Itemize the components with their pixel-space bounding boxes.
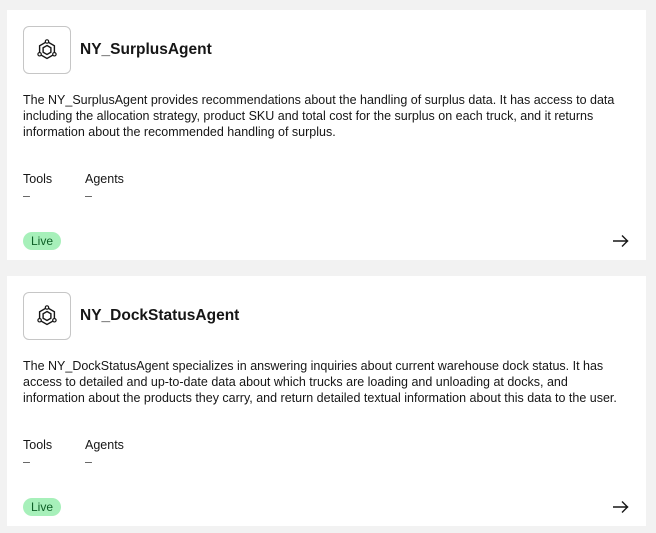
agents-meta: Agents –: [85, 437, 124, 470]
agents-label: Agents: [85, 438, 124, 452]
agent-card[interactable]: NY_DockStatusAgent The NY_DockStatusAgen…: [7, 276, 646, 526]
agent-icon-box: [23, 292, 71, 340]
arrow-right-icon: [613, 235, 629, 247]
open-agent-button[interactable]: [612, 499, 630, 515]
arrow-right-icon: [613, 501, 629, 513]
agent-description: The NY_SurplusAgent provides recommendat…: [23, 93, 615, 139]
agent-description: The NY_DockStatusAgent specializes in an…: [23, 359, 617, 405]
agent-hexagon-icon: [37, 39, 57, 60]
status-badge: Live: [23, 498, 62, 516]
tools-meta: Tools –: [23, 437, 52, 470]
agent-hexagon-icon: [37, 305, 57, 326]
tools-value: –: [23, 455, 30, 469]
agents-value: –: [85, 455, 92, 469]
agent-title: NY_DockStatusAgent: [80, 307, 240, 324]
open-agent-button[interactable]: [612, 233, 630, 249]
agents-value: –: [85, 189, 92, 203]
agent-card[interactable]: NY_SurplusAgent The NY_SurplusAgent prov…: [7, 10, 646, 260]
agent-title: NY_SurplusAgent: [80, 41, 212, 58]
status-badge: Live: [23, 232, 62, 250]
agent-icon-box: [23, 26, 71, 74]
tools-value: –: [23, 189, 30, 203]
agents-meta: Agents –: [85, 171, 124, 204]
tools-label: Tools: [23, 172, 53, 186]
tools-meta: Tools –: [23, 171, 52, 204]
agents-label: Agents: [85, 172, 124, 186]
tools-label: Tools: [23, 438, 53, 452]
